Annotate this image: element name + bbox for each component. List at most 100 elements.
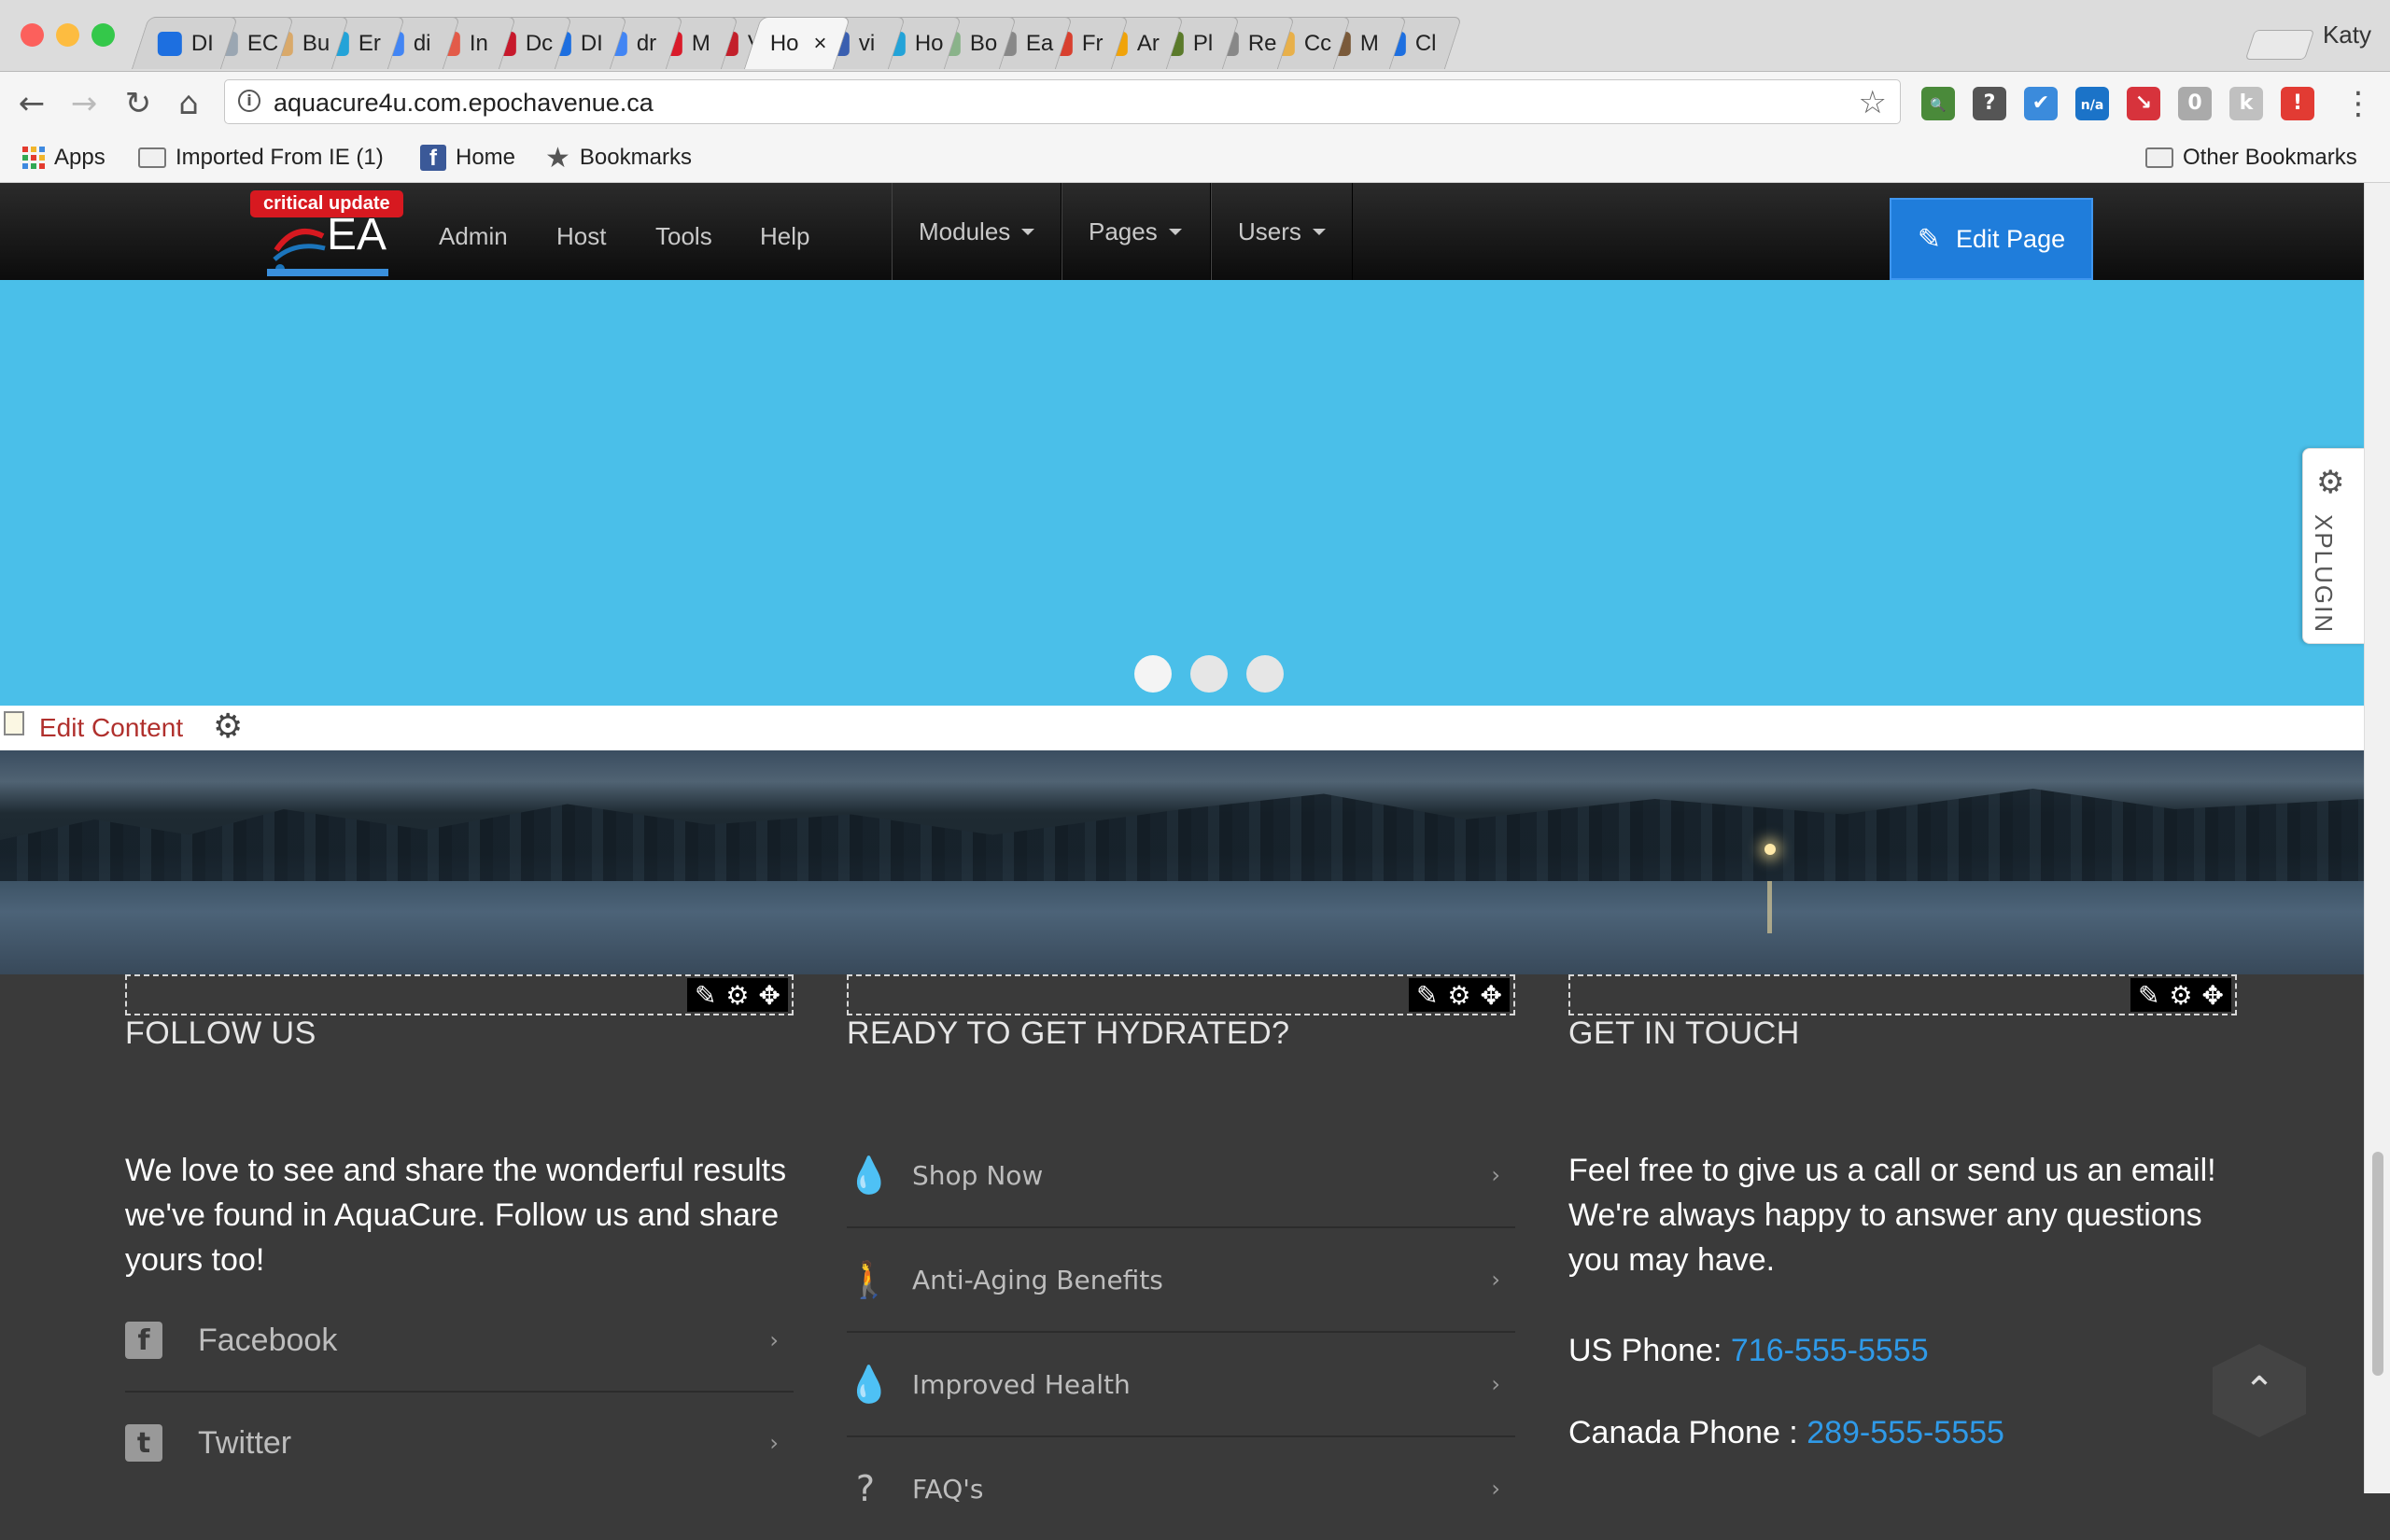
tab-title: Bo [969,30,998,56]
bookmark-star-icon[interactable]: ☆ [1859,84,1887,121]
tab-title: Cl [1414,30,1437,56]
profile-name[interactable]: Katy [2323,21,2371,49]
tab-title: EC [246,30,279,56]
treeline [0,789,2364,881]
browser-toolbar: ← → ↻ ⌂ i aquacure4u.com.epochavenue.ca … [0,72,2390,135]
page-scrollbar[interactable] [2364,183,2390,1493]
edit-content-link[interactable]: Edit Content [39,713,183,743]
tab-title: Bu [302,30,330,56]
browser-tab[interactable]: Ho × [743,17,851,69]
move-arrows-icon[interactable]: ✥ [2202,980,2224,1011]
bookmark-imported-folder[interactable]: Imported From IE (1) [138,141,384,175]
xplugin-panel-tab[interactable]: ⚙ XPLUGIN [2302,448,2365,644]
tab-content: DI [141,18,229,69]
checkmark-icon[interactable]: ✔ [2024,87,2058,120]
pages-dropdown[interactable]: Pages [1061,183,1211,280]
pin-icon[interactable]: ↘ [2127,87,2160,120]
edit-pencil-icon[interactable]: ✎ [1416,980,1438,1011]
k-icon[interactable]: k [2229,87,2263,120]
bookmark-label: Apps [54,145,105,170]
gear-icon[interactable]: ⚙ [213,707,243,746]
tab-title: di [413,30,431,56]
move-arrows-icon[interactable]: ✥ [1481,980,1502,1011]
slide-dot-1[interactable] [1134,655,1172,693]
tools-link[interactable]: Tools [655,222,712,251]
dropdown-label: Modules [919,217,1011,245]
host-link[interactable]: Host [556,222,606,251]
link-anti-aging[interactable]: 🚶 Anti-Aging Benefits › [847,1228,1515,1333]
tab-content: Ho × [753,18,841,69]
close-tab-icon[interactable]: × [814,31,827,57]
address-bar[interactable]: i aquacure4u.com.epochavenue.ca ☆ [224,79,1901,124]
person-icon: 🚶 [847,1258,892,1300]
extension-glyph: ↘ [2134,91,2153,115]
social-link-facebook[interactable]: f Facebook › [125,1290,794,1393]
browser-tab[interactable]: DI [131,17,239,69]
lake-banner-image [0,750,2364,974]
link-improved-health[interactable]: 💧 Improved Health › [847,1333,1515,1437]
star-icon: ★ [545,142,570,174]
back-button[interactable]: ← [15,87,49,120]
footer-column-hydrated: ✎ ⚙ ✥ READY TO GET HYDRATED? 💧 Shop Now … [847,974,1515,1509]
bookmark-apps[interactable]: Apps [22,141,105,175]
dropdown-label: Users [1238,217,1301,245]
edit-pencil-icon[interactable]: ✎ [2138,980,2159,1011]
extension-glyph: ✔ [2032,91,2050,115]
bookmark-label: Bookmarks [579,145,692,170]
maximize-window-button[interactable] [91,23,115,47]
link-shop-now[interactable]: 💧 Shop Now › [847,1124,1515,1228]
modules-dropdown[interactable]: Modules [892,183,1061,280]
slide-dot-3[interactable] [1246,655,1284,693]
us-phone-link[interactable]: 716-555-5555 [1731,1333,1929,1368]
new-tab-button[interactable] [2244,30,2315,60]
settings-gear-icon[interactable]: ⚙ [2169,980,2192,1011]
edit-page-button[interactable]: ✎ Edit Page [1890,198,2093,280]
reload-button[interactable]: ↻ [121,87,155,120]
help-link[interactable]: Help [760,222,809,251]
tab-title: DI [580,30,603,56]
footer-column-follow: ✎ ⚙ ✥ FOLLOW US We love to see and share… [125,974,794,1493]
home-button[interactable]: ⌂ [172,87,205,120]
url-text[interactable]: aquacure4u.com.epochavenue.ca [274,89,654,118]
question-icon: ? [855,1468,876,1509]
puzzle-icon[interactable]: 0 [2178,87,2212,120]
tab-title: dr [636,30,657,56]
footer-column-contact: ✎ ⚙ ✥ GET IN TOUCH Feel free to give us … [1568,974,2237,1493]
users-dropdown[interactable]: Users [1211,183,1353,280]
hero-slider [0,280,2364,706]
module-action-bar: ✎ ⚙ ✥ [847,974,1515,1015]
close-window-button[interactable] [21,23,44,47]
social-link-twitter[interactable]: t Twitter › [125,1393,794,1493]
shield-icon[interactable]: ! [2281,87,2314,120]
link-faqs[interactable]: ? FAQ's › [847,1437,1515,1540]
column-text: Feel free to give us a call or send us a… [1568,1153,2216,1278]
bookmark-other[interactable]: Other Bookmarks [2145,141,2357,175]
forward-button[interactable]: → [67,87,101,120]
light-reflection [1767,881,1772,933]
bookmark-bookmarks[interactable]: ★ Bookmarks [545,141,692,175]
distant-light [1764,844,1776,855]
settings-gear-icon[interactable]: ⚙ [1447,980,1470,1011]
scrollbar-thumb[interactable] [2372,1152,2383,1376]
canada-phone-link[interactable]: 289-555-5555 [1807,1415,2004,1450]
social-label: Facebook [198,1322,338,1358]
chevron-right-icon: › [769,1430,779,1456]
search-key-icon[interactable]: 🔍 [1921,87,1955,120]
tab-title: Cc [1303,30,1332,56]
bookmark-home[interactable]: f Home [420,141,515,175]
bookmarks-bar: Apps Imported From IE (1) f Home ★ Bookm… [0,135,2390,183]
move-arrows-icon[interactable]: ✥ [759,980,780,1011]
edit-document-icon[interactable] [4,711,24,735]
edit-pencil-icon[interactable]: ✎ [695,980,716,1011]
info-icon[interactable]: i [238,90,260,112]
slide-dot-2[interactable] [1190,655,1228,693]
tab-title: In [469,30,488,56]
minimize-window-button[interactable] [56,23,79,47]
n-a-icon[interactable]: n/a [2075,87,2109,120]
browser-menu-icon[interactable]: ⋮ [2341,87,2375,120]
facebook-icon: f [420,145,446,171]
admin-link[interactable]: Admin [439,222,508,251]
paint-roller-icon[interactable]: ? [1973,87,2006,120]
settings-gear-icon[interactable]: ⚙ [725,980,749,1011]
module-tools: ✎ ⚙ ✥ [686,978,788,1012]
